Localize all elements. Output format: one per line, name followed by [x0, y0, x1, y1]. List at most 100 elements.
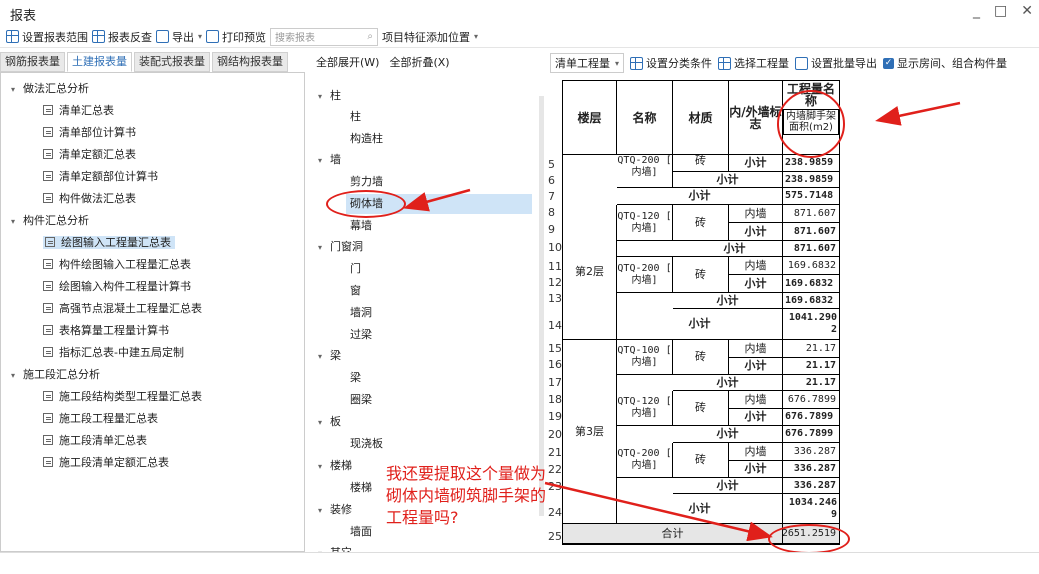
tree-item[interactable]: 施工段结构类型工程量汇总表: [43, 387, 202, 407]
print-preview-button[interactable]: 打印预览: [206, 29, 266, 45]
component-item[interactable]: 幕墙: [350, 216, 372, 236]
tree-item[interactable]: 清单部位计算书: [43, 123, 136, 143]
tree-item[interactable]: 清单定额汇总表: [43, 145, 136, 165]
cell-subtotal: 小计: [673, 293, 783, 309]
cell-inout: 内墙: [729, 340, 783, 358]
tree-group-stage[interactable]: ▾ 施工段汇总分析: [11, 365, 100, 385]
print-preview-label: 打印预览: [222, 30, 267, 44]
tab-rebar[interactable]: 钢筋报表量: [0, 52, 65, 72]
category-stair[interactable]: ▾ 楼梯: [318, 456, 352, 476]
category-column[interactable]: ▾ 柱: [318, 86, 341, 106]
tab-prefab[interactable]: 装配式报表量: [134, 52, 210, 72]
cell-value: 336.287: [783, 478, 839, 494]
component-item[interactable]: 圈梁: [350, 390, 372, 410]
cell-value: 169.6832: [783, 257, 839, 275]
cell-inout: 内墙: [729, 205, 783, 223]
tree-item-label: 施工段清单汇总表: [59, 434, 147, 447]
select-quantity-button[interactable]: 选择工程量: [718, 55, 789, 71]
component-item[interactable]: 剪力墙: [350, 172, 383, 192]
component-item[interactable]: 梁: [350, 368, 361, 388]
annotation-arrow: [875, 101, 961, 126]
table-icon: [718, 56, 732, 70]
cell-subtotal: 小计: [729, 155, 783, 172]
scrollbar[interactable]: [539, 96, 544, 516]
tree-item[interactable]: 表格算量工程量计算书: [43, 321, 169, 341]
row-number: 17: [548, 376, 562, 389]
tree-group-component[interactable]: ▾ 构件汇总分析: [11, 211, 89, 231]
minimize-icon[interactable]: _: [973, 3, 980, 19]
quantity-type-select[interactable]: 清单工程量 ▾: [550, 53, 625, 73]
row-number: 18: [548, 393, 562, 406]
header-floor: 楼层: [563, 81, 617, 155]
show-room-checkbox[interactable]: ✓ 显示房间、组合构件量: [883, 55, 1007, 71]
cell-subtotal: 小计: [617, 494, 783, 524]
component-item[interactable]: 过梁: [350, 325, 372, 345]
tree-item[interactable]: 清单定额部位计算书: [43, 167, 158, 187]
header-name: 名称: [617, 81, 673, 155]
category-label: 板: [330, 415, 341, 428]
document-icon: [43, 281, 53, 291]
category-beam[interactable]: ▾ 梁: [318, 346, 341, 366]
tree-item[interactable]: 构件做法汇总表: [43, 189, 136, 209]
search-input[interactable]: 搜索报表 ⌕: [270, 27, 379, 46]
close-icon[interactable]: ✕: [1021, 3, 1033, 19]
subtotal-label: 小计: [723, 241, 746, 255]
cell-material: 砖: [673, 257, 729, 293]
cell-value: 21.17: [783, 358, 839, 375]
category-wall[interactable]: ▾ 墙: [318, 150, 341, 170]
component-item[interactable]: 门: [350, 259, 361, 279]
tree-item-label: 清单汇总表: [59, 104, 114, 117]
row-number: 24: [548, 506, 562, 519]
tree-item[interactable]: 清单汇总表: [43, 101, 114, 121]
row-number: 6: [548, 174, 555, 187]
batch-export-button[interactable]: 设置批量导出: [795, 55, 877, 71]
cell-subtotal: 小计: [673, 172, 783, 188]
category-other[interactable]: ▾其它: [318, 543, 352, 552]
export-icon: [156, 30, 169, 43]
set-range-button[interactable]: 设置报表范围: [6, 29, 88, 45]
feature-position-dropdown[interactable]: 项目特征添加位置 ▾: [382, 29, 478, 45]
cell-value: 169.6832: [783, 293, 839, 309]
tree-item[interactable]: 施工段清单汇总表: [43, 431, 147, 451]
tree-item[interactable]: 构件绘图输入工程量汇总表: [43, 255, 191, 275]
tab-steel[interactable]: 钢结构报表量: [212, 52, 288, 72]
category-finish[interactable]: ▾ 装修: [318, 500, 352, 520]
annotation-circle: [326, 190, 406, 218]
collapse-all-button[interactable]: 全部折叠(X): [389, 54, 449, 70]
cell-value: 871.607: [783, 241, 839, 257]
maximize-icon[interactable]: □: [994, 3, 1007, 19]
export-button[interactable]: 导出 ▾: [156, 29, 202, 45]
category-label: 门窗洞: [330, 240, 363, 253]
tree-item-label: 绘图输入构件工程量计算书: [59, 280, 191, 293]
row-number: 7: [548, 190, 555, 203]
category-slab[interactable]: ▾ 板: [318, 412, 341, 432]
category-opening[interactable]: ▾ 门窗洞: [318, 237, 363, 257]
component-item[interactable]: 楼梯: [350, 478, 372, 498]
tree-item[interactable]: 绘图输入构件工程量计算书: [43, 277, 191, 297]
component-item[interactable]: 现浇板: [350, 434, 383, 454]
cell-inout: 内墙: [729, 443, 783, 461]
feature-position-label: 项目特征添加位置: [382, 30, 471, 44]
set-category-button[interactable]: 设置分类条件: [630, 55, 712, 71]
component-item[interactable]: 墙洞: [350, 303, 372, 323]
document-icon: [43, 127, 53, 137]
cell-value: 21.17: [783, 340, 839, 358]
cross-check-button[interactable]: 报表反查: [92, 29, 152, 45]
component-item[interactable]: 柱: [350, 107, 361, 127]
cell-subtotal: 小计: [673, 478, 783, 494]
document-icon: [43, 347, 53, 357]
component-item[interactable]: 构造柱: [350, 129, 383, 149]
expand-all-button[interactable]: 全部展开(W): [316, 54, 379, 70]
tab-civil[interactable]: 土建报表量: [67, 52, 132, 72]
tree-item-selected[interactable]: 绘图输入工程量汇总表: [43, 233, 175, 253]
tree-item[interactable]: 施工段清单定额汇总表: [43, 453, 169, 473]
component-item[interactable]: 窗: [350, 281, 361, 301]
tree-item[interactable]: 指标汇总表-中建五局定制: [43, 343, 184, 363]
tree-item[interactable]: 高强节点混凝土工程量汇总表: [43, 299, 202, 319]
tree-group-method[interactable]: ▾ 做法汇总分析: [11, 79, 89, 99]
tree-item-label: 构件绘图输入工程量汇总表: [59, 258, 191, 271]
document-icon: [43, 325, 53, 335]
tree-item[interactable]: 施工段工程量汇总表: [43, 409, 158, 429]
component-item[interactable]: 墙面: [350, 522, 372, 542]
search-icon[interactable]: ⌕: [367, 31, 373, 42]
